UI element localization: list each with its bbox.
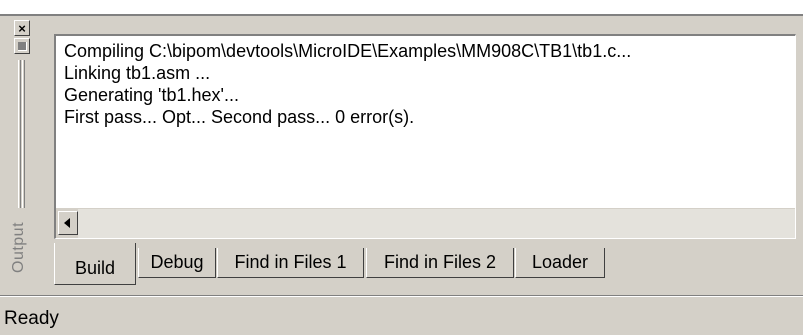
output-line: Compiling C:\bipom\devtools\MicroIDE\Exa… [64, 41, 632, 61]
output-line: Generating 'tb1.hex'... [64, 85, 239, 105]
status-bar: Ready [0, 298, 803, 335]
scroll-left-button[interactable] [58, 211, 78, 235]
output-text: Compiling C:\bipom\devtools\MicroIDE\Exa… [64, 40, 791, 128]
status-text: Ready [4, 308, 59, 329]
top-edge [0, 14, 803, 17]
tab-find-in-files-2[interactable]: Find in Files 2 [366, 248, 514, 278]
scrollbar-track[interactable] [78, 209, 795, 238]
float-button[interactable] [14, 38, 30, 54]
tab-debug[interactable]: Debug [138, 248, 216, 278]
float-icon [18, 42, 27, 51]
tab-find-in-files-1[interactable]: Find in Files 1 [217, 248, 364, 278]
close-icon: × [18, 20, 26, 36]
status-separator-highlight [0, 296, 803, 297]
close-button[interactable]: × [14, 20, 30, 36]
tab-loader[interactable]: Loader [515, 248, 605, 278]
tab-build[interactable]: Build [54, 243, 136, 285]
output-pane[interactable]: Compiling C:\bipom\devtools\MicroIDE\Exa… [54, 34, 796, 239]
dock-gripper-line [22, 60, 25, 208]
tab-bar: Build Debug Find in Files 1 Find in File… [54, 243, 796, 287]
output-line: Linking tb1.asm ... [64, 63, 211, 83]
horizontal-scrollbar[interactable] [56, 208, 795, 238]
top-band [0, 0, 803, 14]
dock-gripper[interactable] [18, 60, 21, 208]
output-window: × Output Compiling C:\bipom\devtools\Mic… [0, 0, 803, 335]
output-line: First pass... Opt... Second pass... 0 er… [64, 107, 415, 127]
arrow-left-icon [64, 218, 70, 228]
panel-title: Output [10, 221, 27, 273]
